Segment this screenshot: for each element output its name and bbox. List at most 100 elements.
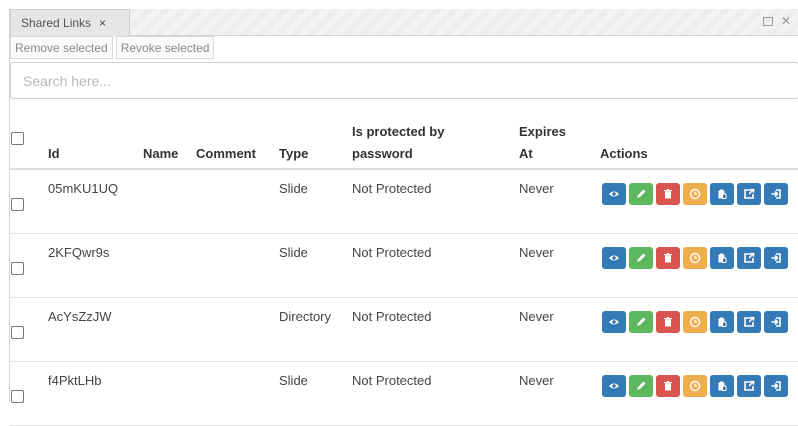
view-button[interactable]: [602, 247, 626, 269]
eye-icon: [608, 380, 620, 392]
copy-link-button[interactable]: [710, 247, 734, 269]
open-link-button[interactable]: [737, 311, 761, 333]
expiry-button[interactable]: [683, 311, 707, 333]
tab-close-icon[interactable]: ×: [99, 16, 106, 30]
table-row: AcYsZzJW Directory Not Protected Never: [10, 298, 798, 362]
table-row: 05mKU1UQ Slide Not Protected Never: [10, 170, 798, 234]
sign-in-button[interactable]: [764, 247, 788, 269]
trash-icon: [662, 316, 674, 328]
header-expires-line1: Expires: [519, 124, 566, 139]
cell-protected: Not Protected: [352, 373, 432, 388]
sign-in-icon: [770, 380, 782, 392]
sign-in-button[interactable]: [764, 183, 788, 205]
open-link-button[interactable]: [737, 247, 761, 269]
edit-button[interactable]: [629, 311, 653, 333]
view-button[interactable]: [602, 183, 626, 205]
eye-icon: [608, 252, 620, 264]
window-close-icon[interactable]: ✕: [781, 14, 791, 28]
edit-button[interactable]: [629, 183, 653, 205]
table-body: 05mKU1UQ Slide Not Protected Never 2KFQwr9s S…: [10, 170, 798, 426]
cell-id: 2KFQwr9s: [48, 245, 110, 260]
cell-protected: Not Protected: [352, 181, 432, 196]
cell-id: 05mKU1UQ: [48, 181, 119, 196]
clock-icon: [689, 380, 701, 392]
header-comment: Comment: [196, 146, 256, 161]
row-checkbox[interactable]: [11, 198, 24, 211]
clock-icon: [689, 252, 701, 264]
cell-protected: Not Protected: [352, 245, 432, 260]
shared-links-panel: Shared Links × ✕ Remove selected Revoke …: [9, 9, 798, 426]
copy-link-button[interactable]: [710, 311, 734, 333]
revoke-selected-button[interactable]: Revoke selected: [115, 36, 215, 59]
header-name: Name: [143, 146, 179, 161]
cell-expires: Never: [519, 181, 554, 196]
cell-expires: Never: [519, 245, 554, 260]
delete-button[interactable]: [656, 311, 680, 333]
row-actions: [602, 311, 791, 333]
open-link-button[interactable]: [737, 375, 761, 397]
clipboard-icon: [716, 380, 728, 392]
open-link-button[interactable]: [737, 183, 761, 205]
clock-icon: [689, 316, 701, 328]
row-checkbox[interactable]: [11, 326, 24, 339]
sign-in-button[interactable]: [764, 311, 788, 333]
clipboard-icon: [716, 316, 728, 328]
clipboard-icon: [716, 188, 728, 200]
expiry-button[interactable]: [683, 375, 707, 397]
external-link-icon: [743, 252, 755, 264]
pencil-icon: [635, 252, 647, 264]
copy-link-button[interactable]: [710, 375, 734, 397]
table-header: Id Name Comment Type Is protected by pas…: [10, 112, 798, 170]
pencil-icon: [635, 380, 647, 392]
edit-button[interactable]: [629, 375, 653, 397]
window-controls: ✕: [762, 14, 791, 28]
cell-id: AcYsZzJW: [48, 309, 112, 324]
maximize-icon[interactable]: [762, 17, 773, 26]
table-row: 2KFQwr9s Slide Not Protected Never: [10, 234, 798, 298]
sign-in-icon: [770, 316, 782, 328]
delete-button[interactable]: [656, 183, 680, 205]
clock-icon: [689, 188, 701, 200]
row-actions: [602, 183, 791, 205]
table-row: f4PktLHb Slide Not Protected Never: [10, 362, 798, 426]
expiry-button[interactable]: [683, 183, 707, 205]
sign-in-icon: [770, 188, 782, 200]
select-all-checkbox[interactable]: [11, 132, 24, 145]
cell-type: Directory: [279, 309, 332, 324]
trash-icon: [662, 188, 674, 200]
cell-type: Slide: [279, 245, 308, 260]
header-id: Id: [48, 146, 60, 161]
pencil-icon: [635, 188, 647, 200]
external-link-icon: [743, 188, 755, 200]
edit-button[interactable]: [629, 247, 653, 269]
clipboard-icon: [716, 252, 728, 264]
sign-in-icon: [770, 252, 782, 264]
view-button[interactable]: [602, 311, 626, 333]
header-expires-line2: At: [519, 146, 533, 161]
external-link-icon: [743, 380, 755, 392]
eye-icon: [608, 316, 620, 328]
tab-label: Shared Links: [21, 16, 92, 30]
delete-button[interactable]: [656, 375, 680, 397]
delete-button[interactable]: [656, 247, 680, 269]
external-link-icon: [743, 316, 755, 328]
cell-id: f4PktLHb: [48, 373, 102, 388]
eye-icon: [608, 188, 620, 200]
tab-shared-links[interactable]: Shared Links ×: [10, 9, 130, 36]
row-actions: [602, 247, 791, 269]
trash-icon: [662, 252, 674, 264]
row-checkbox[interactable]: [11, 262, 24, 275]
header-protected-line2: password: [352, 146, 413, 161]
cell-type: Slide: [279, 373, 308, 388]
expiry-button[interactable]: [683, 247, 707, 269]
copy-link-button[interactable]: [710, 183, 734, 205]
row-actions: [602, 375, 791, 397]
toolbar: Remove selected Revoke selected: [10, 36, 217, 60]
header-actions: Actions: [600, 146, 648, 161]
view-button[interactable]: [602, 375, 626, 397]
cell-type: Slide: [279, 181, 308, 196]
row-checkbox[interactable]: [11, 390, 24, 403]
sign-in-button[interactable]: [764, 375, 788, 397]
search-input[interactable]: [10, 62, 798, 99]
remove-selected-button[interactable]: Remove selected: [10, 36, 113, 59]
